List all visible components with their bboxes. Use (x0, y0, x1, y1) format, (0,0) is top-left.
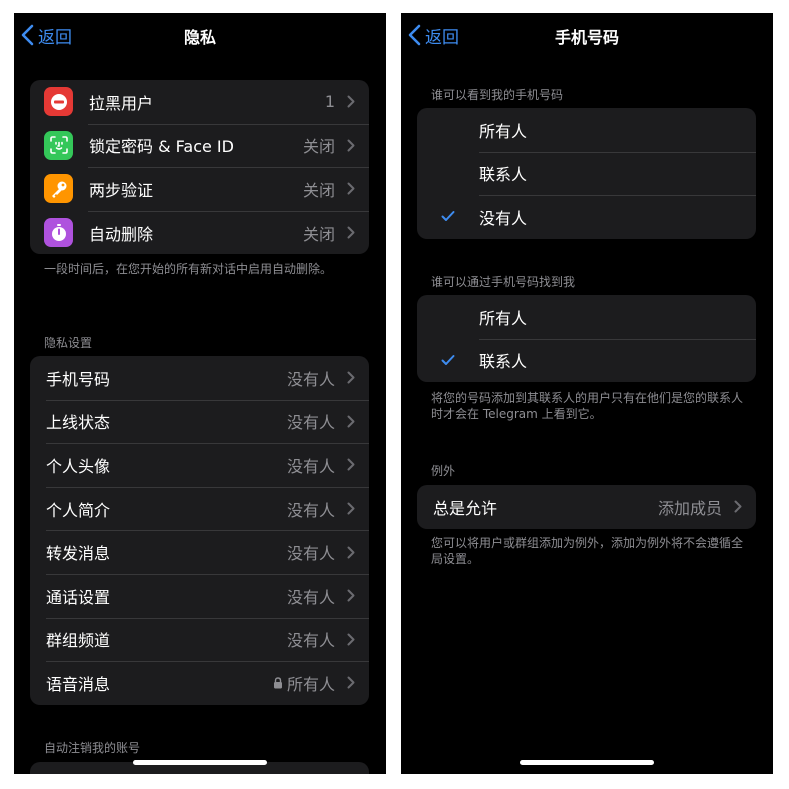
row-label: 通话设置 (46, 587, 111, 607)
row-value-wrap: 所有人 (273, 671, 335, 695)
lock-icon (273, 677, 282, 689)
row-bio[interactable]: 个人简介 没有人 (30, 486, 369, 531)
chevron-right-icon (347, 676, 355, 689)
row-label: 自动删除 (89, 224, 154, 244)
chevron-right-icon (347, 546, 355, 559)
home-indicator (520, 760, 654, 765)
chevron-right-icon (347, 458, 355, 471)
home-indicator (133, 760, 267, 765)
who-can-see-group: 所有人 联系人 没有人 (417, 108, 756, 239)
option-everybody[interactable]: 所有人 (417, 108, 756, 152)
row-value: 关闭 (302, 137, 335, 157)
auto-delete-account-header: 自动注销我的账号 (44, 741, 141, 755)
row-two-step[interactable]: 两步验证 关闭 (30, 167, 369, 211)
auto-delete-footer: 一段时间后，在您开始的所有新对话中启用自动删除。 (44, 262, 333, 276)
option-label: 联系人 (479, 352, 528, 372)
chevron-right-icon (347, 589, 355, 602)
option-label: 所有人 (479, 308, 528, 328)
chevron-right-icon (347, 139, 355, 152)
security-group: 拉黑用户 1 锁定密码 & Face ID 关闭 两步验证 关闭 自动删除 关闭 (30, 80, 369, 255)
option-label: 所有人 (479, 121, 528, 141)
row-voice-messages[interactable]: 语音消息 所有人 (30, 661, 369, 705)
row-value: 1 (324, 92, 335, 112)
exceptions-header: 例外 (431, 464, 456, 478)
face-id-icon (44, 130, 73, 160)
row-label: 总是允许 (433, 498, 498, 518)
row-label: 手机号码 (46, 369, 111, 389)
row-value: 没有人 (286, 413, 335, 433)
block-icon (44, 87, 73, 117)
chevron-right-icon (347, 415, 355, 428)
row-phone-number[interactable]: 手机号码 没有人 (30, 356, 369, 400)
who-can-find-group: 所有人 联系人 (417, 295, 756, 383)
exceptions-group: 总是允许 添加成员 (417, 485, 756, 529)
chevron-right-icon (347, 502, 355, 515)
option-nobody[interactable]: 没有人 (417, 195, 756, 239)
chevron-right-icon (347, 95, 355, 108)
row-label: 上线状态 (46, 413, 111, 433)
row-calls[interactable]: 通话设置 没有人 (30, 573, 369, 618)
row-value: 没有人 (286, 587, 335, 607)
checkmark-icon (441, 211, 455, 222)
row-blocked-users[interactable]: 拉黑用户 1 (30, 80, 369, 124)
row-passcode-faceid[interactable]: 锁定密码 & Face ID 关闭 (30, 123, 369, 168)
option-everybody[interactable]: 所有人 (417, 295, 756, 339)
timer-icon (44, 218, 73, 248)
row-value: 关闭 (302, 224, 335, 244)
exceptions-footer: 您可以将用户或群组添加为例外，添加为例外将不会遵循全局设置。 (431, 536, 744, 566)
who-can-find-header: 谁可以通过手机号码找到我 (431, 275, 576, 289)
row-value: 所有人 (286, 674, 335, 694)
row-label: 个人简介 (46, 500, 111, 520)
who-can-see-header: 谁可以看到我的手机号码 (431, 88, 564, 102)
nav-bar: 返回 隐私 (14, 13, 386, 57)
page-title: 手机号码 (554, 28, 619, 47)
row-value: 没有人 (286, 631, 335, 651)
nav-bar: 返回 手机号码 (401, 13, 773, 57)
chevron-right-icon (347, 371, 355, 384)
chevron-right-icon (347, 226, 355, 239)
row-label: 语音消息 (46, 674, 111, 694)
privacy-screen: 返回 隐私 拉黑用户 1 锁定密码 & Face ID 关闭 两步验证 关闭 自… (14, 13, 386, 774)
option-label: 联系人 (479, 165, 528, 185)
privacy-section-header: 隐私设置 (44, 336, 93, 350)
key-icon (44, 174, 73, 204)
privacy-group: 手机号码 没有人 上线状态 没有人 个人头像 没有人 个人简介 没有人 转发消息… (30, 356, 369, 705)
row-value: 没有人 (286, 500, 335, 520)
row-label: 拉黑用户 (89, 93, 154, 113)
row-label: 锁定密码 & Face ID (89, 137, 234, 157)
chevron-right-icon (734, 500, 742, 513)
row-label: 转发消息 (46, 544, 111, 564)
row-auto-delete[interactable]: 自动删除 关闭 (30, 210, 369, 255)
chevron-right-icon (347, 633, 355, 646)
row-value: 关闭 (302, 180, 335, 200)
row-always-allow[interactable]: 总是允许 添加成员 (417, 485, 756, 529)
page-title: 隐私 (183, 28, 216, 47)
chevron-right-icon (347, 182, 355, 195)
row-profile-photo[interactable]: 个人头像 没有人 (30, 443, 369, 487)
find-footer: 将您的号码添加到其联系人的用户只有在他们是您的联系人时才会在 Telegram … (431, 391, 744, 421)
option-contacts[interactable]: 联系人 (417, 151, 756, 196)
option-contacts[interactable]: 联系人 (417, 338, 756, 383)
row-value: 没有人 (286, 456, 335, 476)
row-value: 没有人 (286, 369, 335, 389)
row-last-seen[interactable]: 上线状态 没有人 (30, 399, 369, 444)
row-label: 群组频道 (46, 631, 111, 651)
option-label: 没有人 (479, 208, 528, 228)
row-label: 个人头像 (46, 456, 111, 476)
row-groups-channels[interactable]: 群组频道 没有人 (30, 617, 369, 662)
phone-number-screen: 返回 手机号码 谁可以看到我的手机号码 所有人 联系人 没有人 谁可以通过手机号… (401, 13, 773, 774)
add-users-value: 添加成员 (657, 498, 722, 518)
row-value: 没有人 (286, 544, 335, 564)
row-forwarded-messages[interactable]: 转发消息 没有人 (30, 530, 369, 574)
checkmark-icon (441, 354, 455, 365)
row-label: 两步验证 (89, 180, 154, 200)
